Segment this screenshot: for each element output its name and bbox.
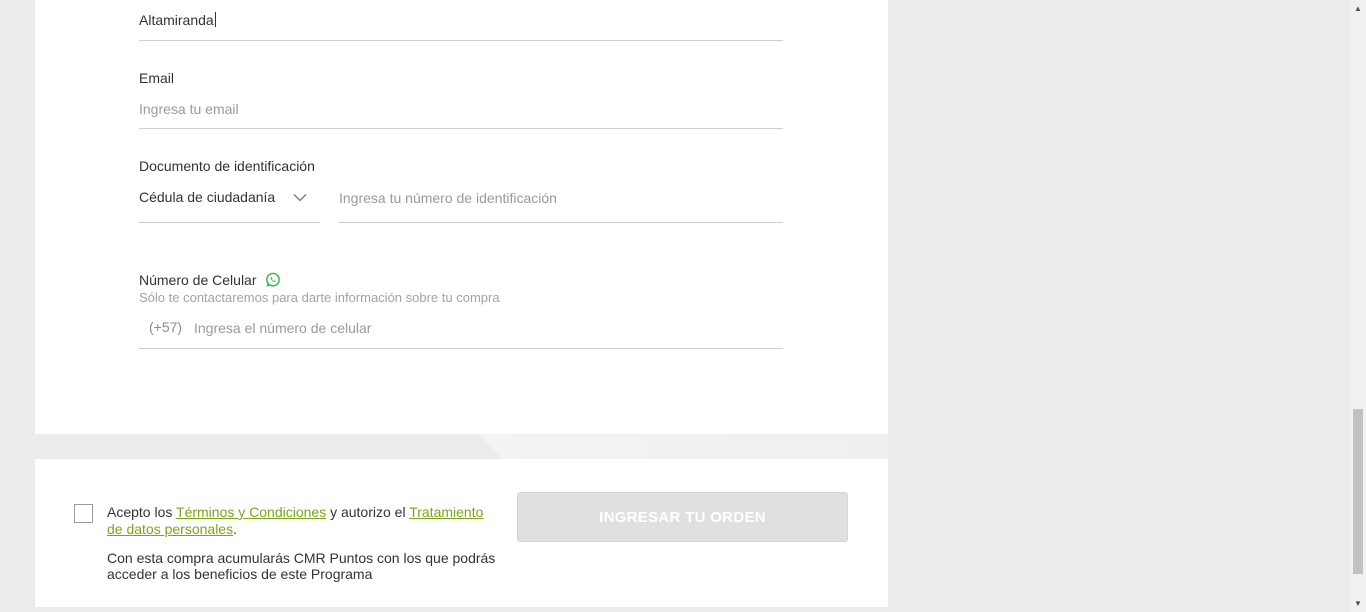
document-number-input[interactable] (339, 189, 783, 207)
page-scrollbar[interactable]: ▲ ▼ (1350, 0, 1366, 612)
phone-label-text: Número de Celular (139, 272, 257, 288)
phone-label: Número de Celular (139, 272, 281, 288)
phone-input[interactable] (194, 319, 783, 337)
terms-text-end: . (233, 521, 237, 537)
section-divider (35, 434, 888, 459)
terms-text-middle: y autorizo el (326, 504, 410, 520)
last-name-underline (139, 40, 783, 41)
terms-conditions-link[interactable]: Términos y Condiciones (176, 504, 326, 520)
document-label: Documento de identificación (139, 158, 315, 174)
document-number-underline (339, 222, 783, 223)
last-name-field[interactable]: Altamiranda (139, 12, 783, 30)
document-type-value: Cédula de ciudadanía (139, 189, 276, 205)
whatsapp-icon (265, 272, 280, 287)
phone-helper-text: Sólo te contactaremos para darte informa… (139, 290, 500, 305)
cmr-points-text: Con esta compra acumularás CMR Puntos co… (107, 550, 496, 582)
divider-fold (478, 434, 888, 459)
chevron-down-icon (293, 194, 307, 202)
scrollbar-thumb[interactable] (1353, 409, 1363, 574)
document-type-underline (139, 222, 320, 223)
terms-text: Acepto los Términos y Condiciones y auto… (107, 504, 502, 538)
last-name-value: Altamiranda (139, 12, 214, 28)
terms-text-start: Acepto los (107, 504, 177, 520)
document-type-select[interactable]: Cédula de ciudadanía (139, 186, 320, 222)
email-input[interactable] (139, 100, 783, 118)
scroll-down-arrow-icon[interactable]: ▼ (1350, 595, 1366, 612)
phone-underline (139, 348, 783, 349)
email-underline (139, 128, 783, 129)
email-label: Email (139, 70, 175, 86)
text-cursor (214, 12, 216, 27)
terms-checkbox[interactable] (74, 504, 93, 523)
phone-country-prefix: (+57) (149, 319, 183, 335)
submit-order-button[interactable]: INGRESAR TU ORDEN (517, 492, 848, 542)
scroll-up-arrow-icon[interactable]: ▲ (1350, 0, 1366, 17)
